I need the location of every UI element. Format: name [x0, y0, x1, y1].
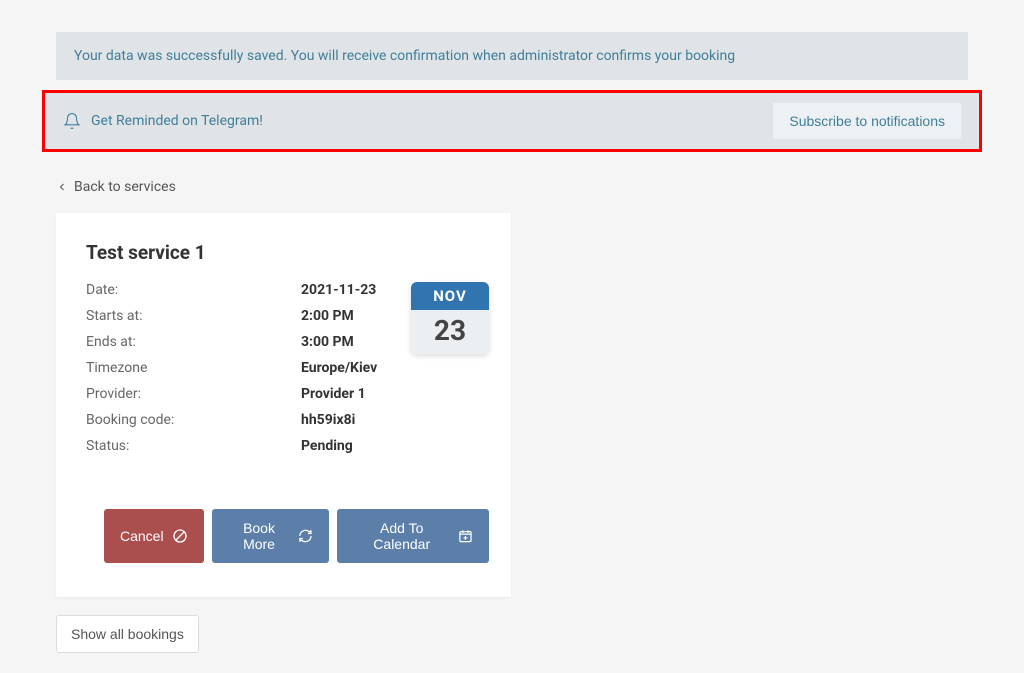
chevron-left-icon [56, 181, 68, 193]
book-more-button[interactable]: Book More [212, 509, 330, 563]
add-to-calendar-label: Add To Calendar [353, 520, 450, 552]
label-ends: Ends at: [86, 334, 301, 350]
subscribe-button[interactable]: Subscribe to notifications [773, 103, 961, 139]
telegram-reminder-left: Get Reminded on Telegram! [63, 112, 263, 130]
bell-icon [63, 112, 81, 130]
detail-row-timezone: Timezone Europe/Kiev [86, 360, 391, 376]
detail-row-status: Status: Pending [86, 438, 391, 454]
success-alert-text: Your data was successfully saved. You wi… [74, 48, 735, 64]
add-to-calendar-button[interactable]: Add To Calendar [337, 509, 489, 563]
value-ends: 3:00 PM [301, 334, 354, 350]
show-all-bookings-button[interactable]: Show all bookings [56, 615, 199, 653]
back-to-services-link[interactable]: Back to services [56, 179, 176, 195]
telegram-reminder-bar: Get Reminded on Telegram! Subscribe to n… [42, 90, 982, 152]
value-date: 2021-11-23 [301, 282, 376, 298]
cancel-button-label: Cancel [120, 528, 164, 544]
value-starts: 2:00 PM [301, 308, 354, 324]
cancel-icon [172, 528, 188, 544]
value-code: hh59ix8i [301, 412, 355, 428]
booking-title: Test service 1 [86, 241, 489, 264]
value-timezone: Europe/Kiev [301, 360, 377, 376]
label-status: Status: [86, 438, 301, 454]
booking-card: Test service 1 Date: 2021-11-23 Starts a… [56, 213, 511, 597]
telegram-reminder-text: Get Reminded on Telegram! [91, 113, 263, 129]
label-starts: Starts at: [86, 308, 301, 324]
action-buttons: Cancel Book More Add To Calendar [104, 509, 489, 563]
detail-row-ends: Ends at: 3:00 PM [86, 334, 391, 350]
label-code: Booking code: [86, 412, 301, 428]
label-timezone: Timezone [86, 360, 301, 376]
back-link-text: Back to services [74, 179, 176, 195]
calendar-badge: NOV 23 [411, 282, 489, 354]
calendar-month: NOV [411, 282, 489, 310]
label-provider: Provider: [86, 386, 301, 402]
calendar-add-icon [458, 528, 473, 544]
detail-row-date: Date: 2021-11-23 [86, 282, 391, 298]
label-date: Date: [86, 282, 301, 298]
detail-row-starts: Starts at: 2:00 PM [86, 308, 391, 324]
value-status: Pending [301, 438, 353, 454]
value-provider: Provider 1 [301, 386, 366, 402]
book-more-label: Book More [228, 520, 291, 552]
cancel-button[interactable]: Cancel [104, 509, 204, 563]
success-alert: Your data was successfully saved. You wi… [56, 32, 968, 80]
calendar-day: 23 [411, 310, 489, 354]
booking-details: Date: 2021-11-23 Starts at: 2:00 PM Ends… [86, 282, 391, 464]
refresh-icon [298, 528, 313, 544]
detail-row-code: Booking code: hh59ix8i [86, 412, 391, 428]
detail-row-provider: Provider: Provider 1 [86, 386, 391, 402]
